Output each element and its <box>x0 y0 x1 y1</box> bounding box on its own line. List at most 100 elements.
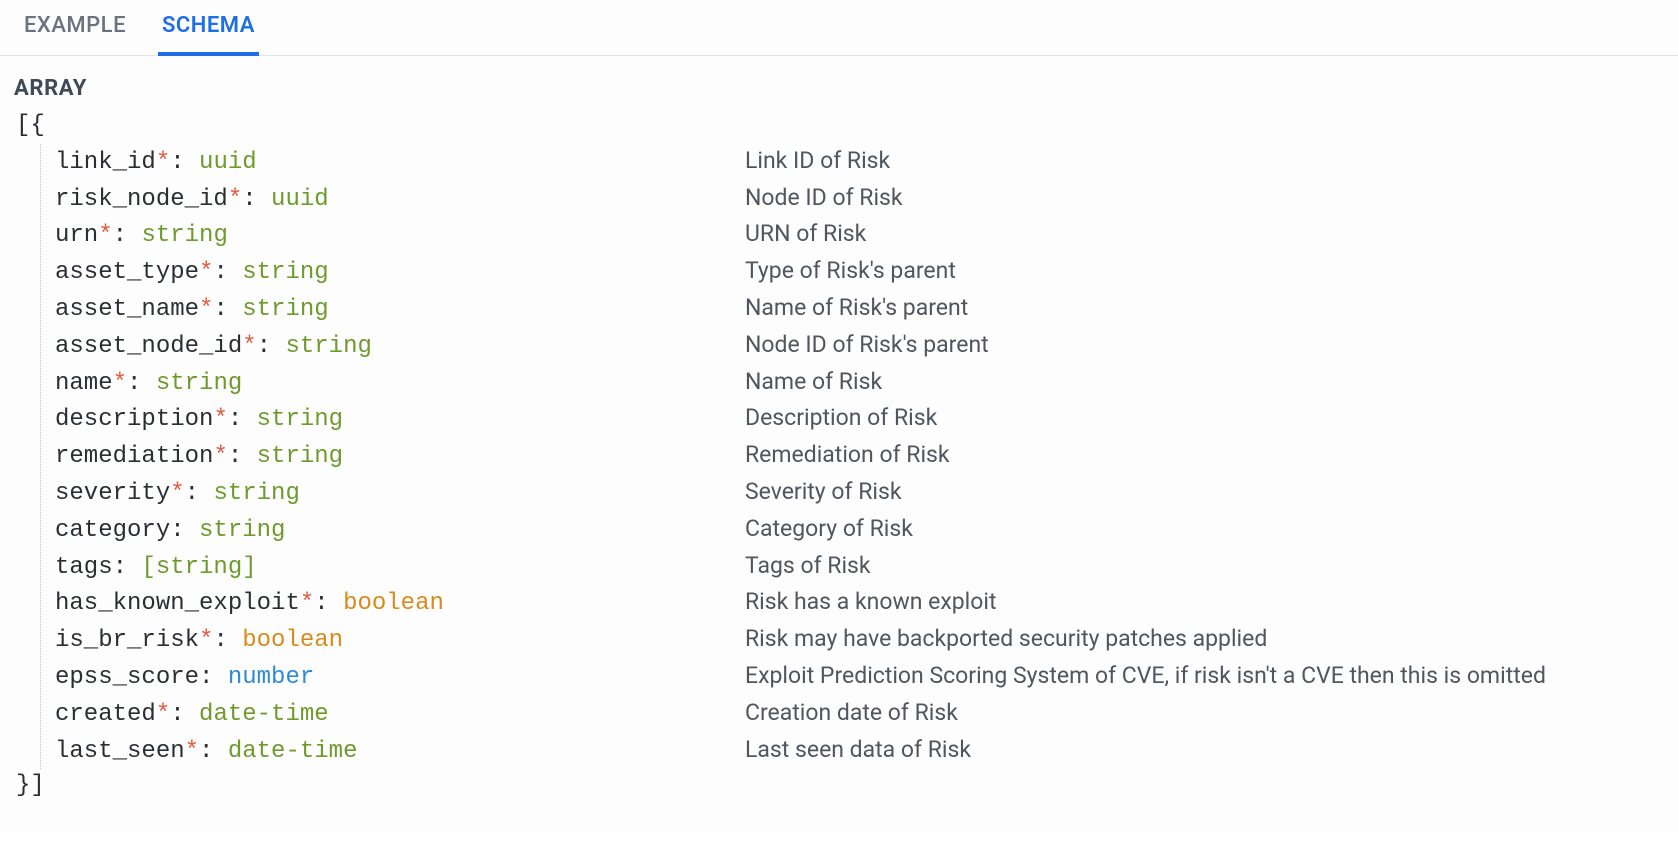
required-marker: * <box>300 590 314 617</box>
colon: : <box>113 554 142 581</box>
field-description: Description of Risk <box>745 401 937 434</box>
field-description: Type of Risk's parent <box>745 254 956 287</box>
required-marker: * <box>228 186 242 213</box>
field-name: last_seen <box>55 738 185 765</box>
field-name: has_known_exploit <box>55 590 300 617</box>
field-name: is_br_risk <box>55 627 199 654</box>
field-name: name <box>55 370 113 397</box>
tab-schema[interactable]: SCHEMA <box>158 1 259 56</box>
field-list: link_id*: uuidLink ID of Riskrisk_node_i… <box>40 144 1664 770</box>
required-marker: * <box>170 480 184 507</box>
field-type: number <box>228 664 314 691</box>
field-name: remediation <box>55 443 213 470</box>
field-name: risk_node_id <box>55 186 228 213</box>
field-name: tags <box>55 554 113 581</box>
required-marker: * <box>156 149 170 176</box>
field-definition: risk_node_id*: uuid <box>55 183 745 218</box>
field-type: date-time <box>228 738 358 765</box>
field-type: date-time <box>199 701 329 728</box>
field-name: asset_type <box>55 259 199 286</box>
field-row: asset_node_id*: stringNode ID of Risk's … <box>41 328 1664 365</box>
field-description: Name of Risk <box>745 365 882 398</box>
field-description: Node ID of Risk <box>745 181 903 214</box>
colon: : <box>170 517 199 544</box>
field-description: Last seen data of Risk <box>745 733 971 766</box>
field-row: category: stringCategory of Risk <box>41 512 1664 549</box>
field-row: last_seen*: date-timeLast seen data of R… <box>41 733 1664 770</box>
required-marker: * <box>199 259 213 286</box>
required-marker: * <box>185 738 199 765</box>
field-type: string <box>141 222 227 249</box>
field-definition: severity*: string <box>55 477 745 512</box>
field-row: asset_type*: stringType of Risk's parent <box>41 254 1664 291</box>
field-definition: asset_type*: string <box>55 256 745 291</box>
field-definition: tags: [string] <box>55 551 745 586</box>
field-name: severity <box>55 480 170 507</box>
field-definition: last_seen*: date-time <box>55 735 745 770</box>
field-description: Name of Risk's parent <box>745 291 968 324</box>
colon: : <box>170 701 199 728</box>
required-marker: * <box>199 296 213 323</box>
colon: : <box>199 664 228 691</box>
field-row: severity*: stringSeverity of Risk <box>41 475 1664 512</box>
field-row: tags: [string]Tags of Risk <box>41 549 1664 586</box>
field-type: uuid <box>271 186 329 213</box>
colon: : <box>213 296 242 323</box>
field-row: urn*: stringURN of Risk <box>41 217 1664 254</box>
colon: : <box>257 333 286 360</box>
field-name: asset_node_id <box>55 333 242 360</box>
tab-example[interactable]: EXAMPLE <box>20 1 130 56</box>
field-name: link_id <box>55 149 156 176</box>
field-description: Category of Risk <box>745 512 913 545</box>
colon: : <box>242 186 271 213</box>
required-marker: * <box>213 406 227 433</box>
field-description: Remediation of Risk <box>745 438 950 471</box>
required-marker: * <box>156 701 170 728</box>
colon: : <box>228 406 257 433</box>
schema-block: [{ link_id*: uuidLink ID of Riskrisk_nod… <box>14 109 1664 804</box>
field-description: Exploit Prediction Scoring System of CVE… <box>745 659 1546 692</box>
field-row: is_br_risk*: booleanRisk may have backpo… <box>41 622 1664 659</box>
field-description: Risk has a known exploit <box>745 585 996 618</box>
field-definition: is_br_risk*: boolean <box>55 624 745 659</box>
field-type: string <box>242 259 328 286</box>
field-type: boolean <box>242 627 343 654</box>
field-name: epss_score <box>55 664 199 691</box>
close-bracket: }] <box>16 769 1664 804</box>
required-marker: * <box>113 370 127 397</box>
field-description: URN of Risk <box>745 217 866 250</box>
field-definition: remediation*: string <box>55 440 745 475</box>
field-name: asset_name <box>55 296 199 323</box>
colon: : <box>113 222 142 249</box>
field-type: string <box>199 517 285 544</box>
field-row: remediation*: stringRemediation of Risk <box>41 438 1664 475</box>
colon: : <box>185 480 214 507</box>
colon: : <box>213 627 242 654</box>
open-bracket: [{ <box>16 109 1664 144</box>
field-description: Creation date of Risk <box>745 696 958 729</box>
schema-body: ARRAY [{ link_id*: uuidLink ID of Riskri… <box>0 56 1678 834</box>
field-description: Severity of Risk <box>745 475 902 508</box>
field-type: boolean <box>343 590 444 617</box>
field-type: string <box>242 296 328 323</box>
colon: : <box>170 149 199 176</box>
field-description: Node ID of Risk's parent <box>745 328 989 361</box>
colon: : <box>314 590 343 617</box>
field-name: created <box>55 701 156 728</box>
field-definition: urn*: string <box>55 219 745 254</box>
field-row: has_known_exploit*: boolean Risk has a kn… <box>41 585 1664 622</box>
field-definition: category: string <box>55 514 745 549</box>
required-marker: * <box>242 333 256 360</box>
field-definition: created*: date-time <box>55 698 745 733</box>
required-marker: * <box>98 222 112 249</box>
colon: : <box>199 738 228 765</box>
field-definition: name*: string <box>55 367 745 402</box>
root-type-label: ARRAY <box>14 76 1664 101</box>
field-definition: description*: string <box>55 403 745 438</box>
field-type: string <box>213 480 299 507</box>
field-type: string <box>156 370 242 397</box>
colon: : <box>213 259 242 286</box>
colon: : <box>228 443 257 470</box>
required-marker: * <box>213 443 227 470</box>
schema-view: EXAMPLE SCHEMA ARRAY [{ link_id*: uuidLi… <box>0 0 1678 834</box>
